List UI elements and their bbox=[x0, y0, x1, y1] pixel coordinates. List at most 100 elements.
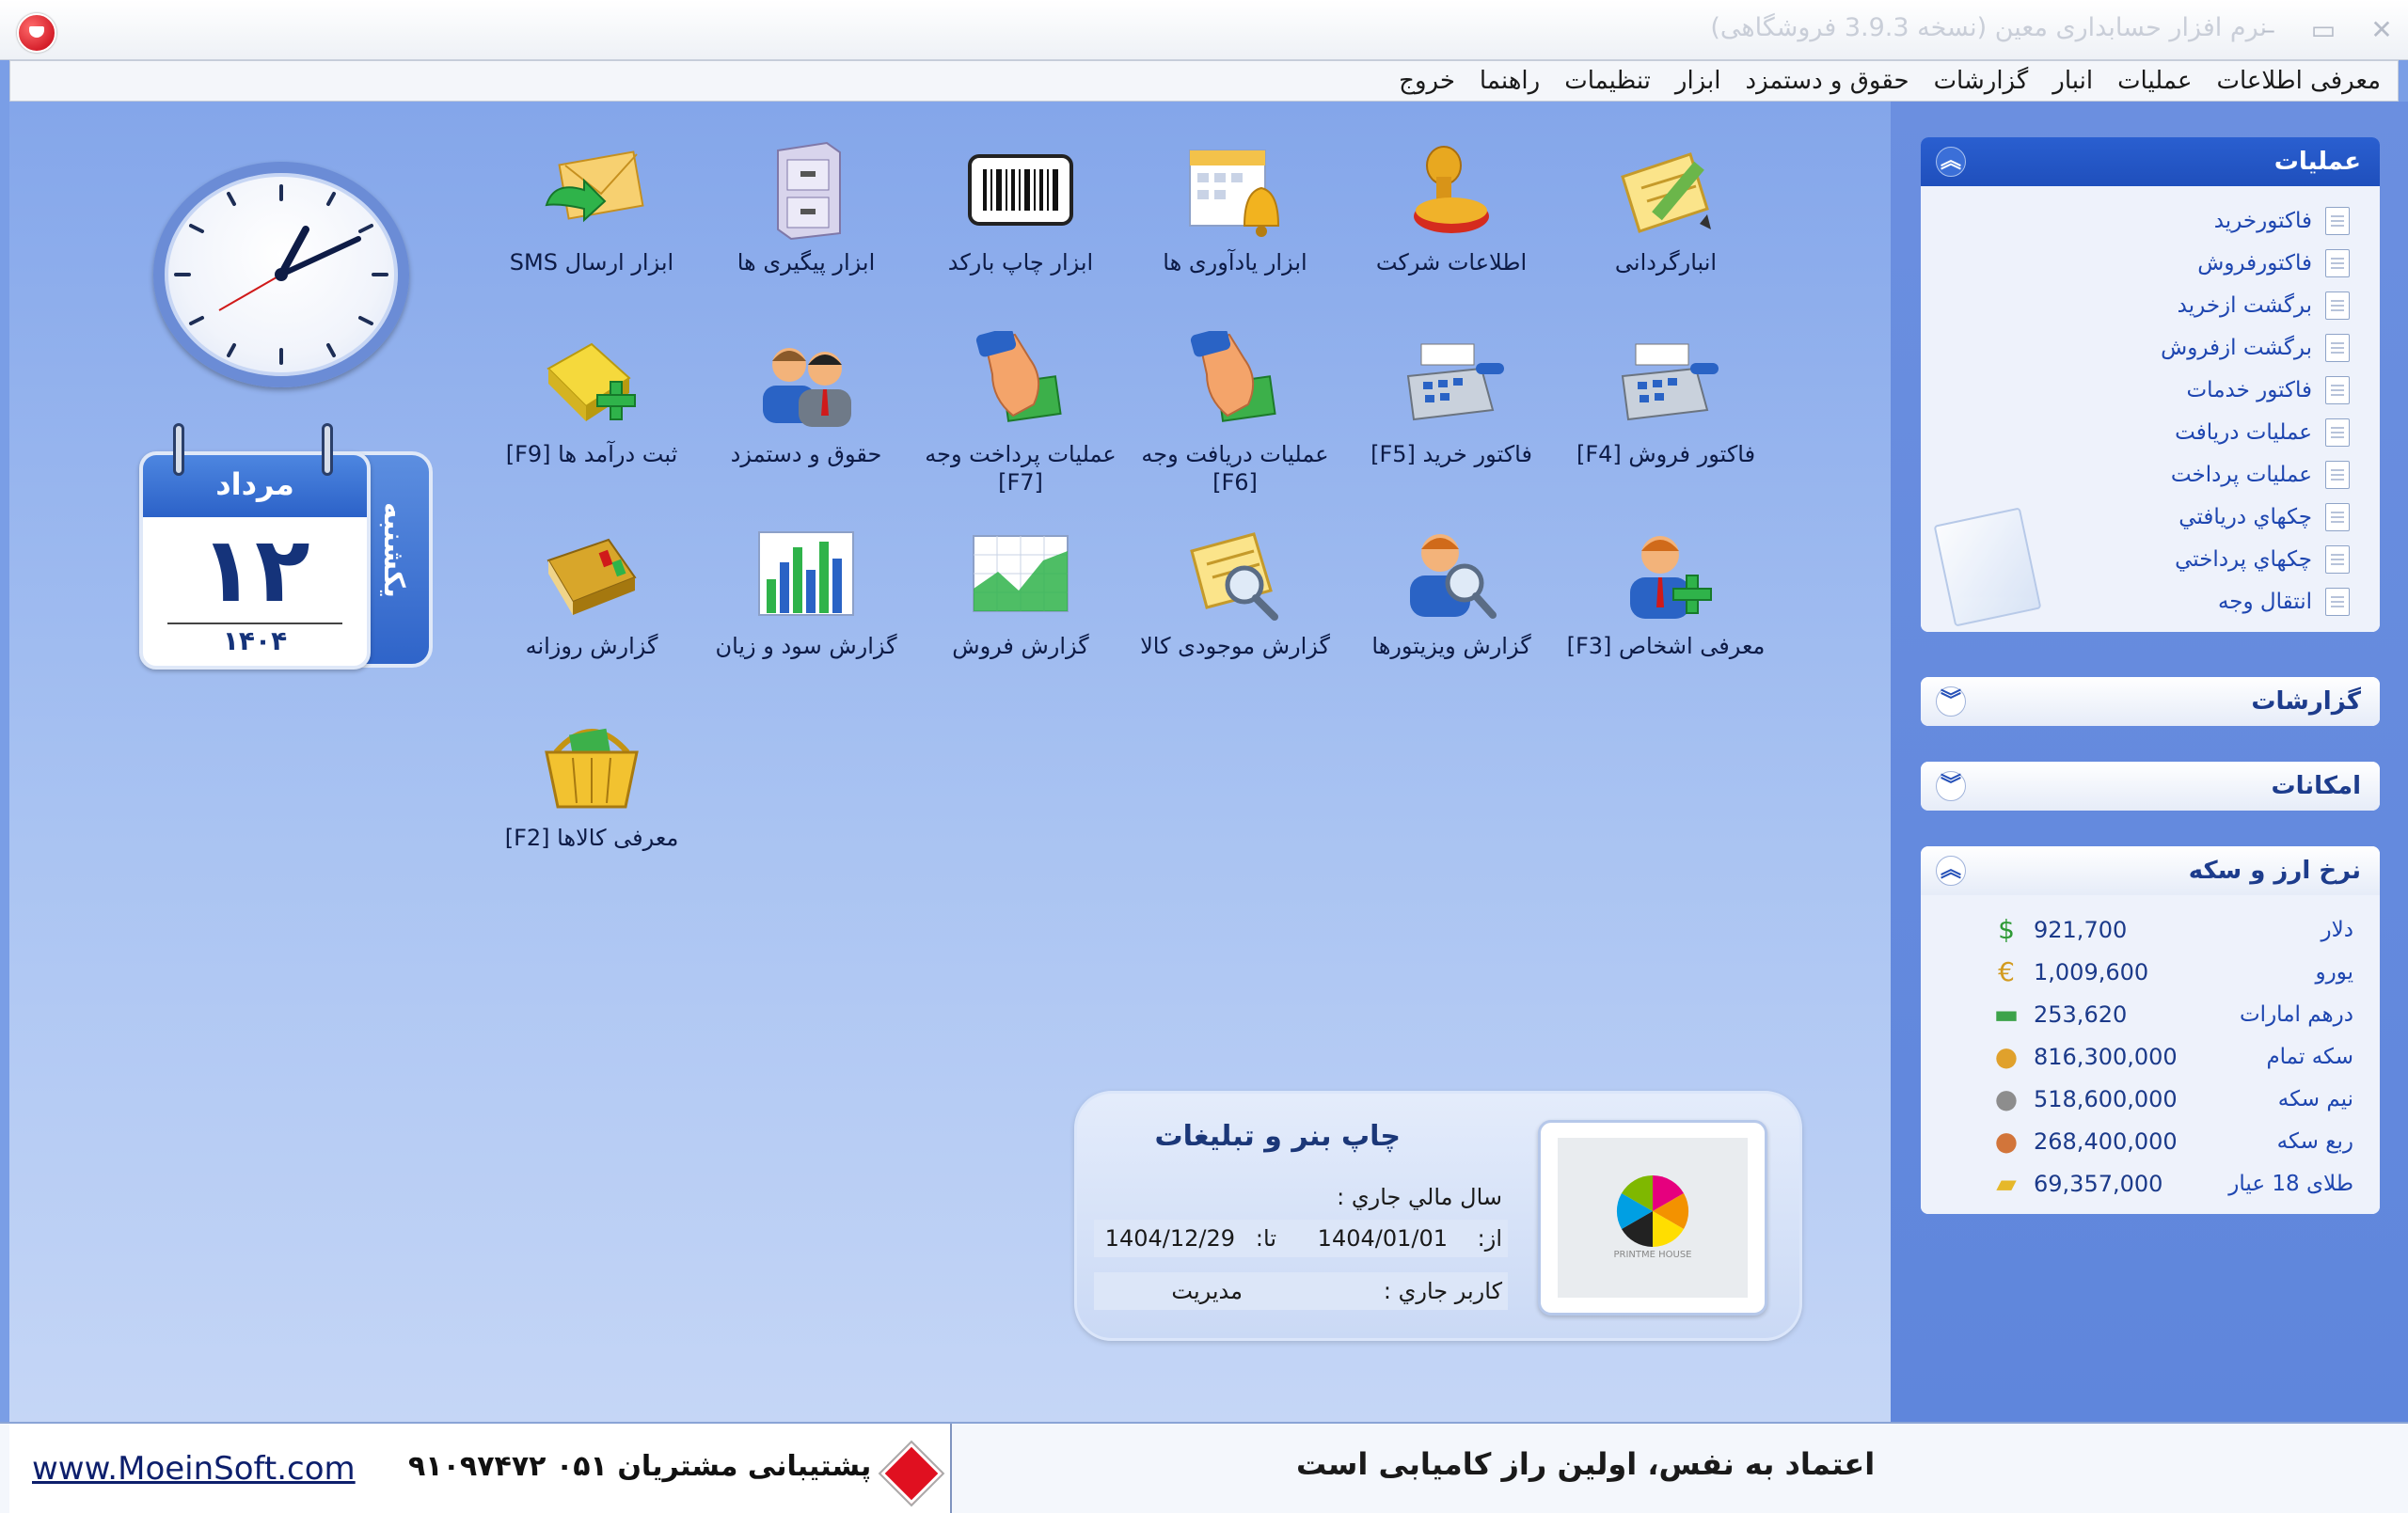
menu-item-exit[interactable]: خروج bbox=[1399, 67, 1455, 95]
app-logo-icon[interactable] bbox=[17, 13, 56, 53]
calendar-page: مرداد ۱۲ ۱۴۰۴ bbox=[139, 451, 371, 670]
tile-goods-definition[interactable]: معرفی کالاها [F2] bbox=[483, 715, 700, 852]
maximize-button[interactable]: ▭ bbox=[2306, 13, 2340, 47]
dollar-icon: $ bbox=[1998, 914, 2015, 945]
calendar-day: ۱۲ bbox=[199, 517, 310, 623]
operations-panel: عملیات ︽ فاکتورخرید فاکتورفروش برگشت ازخ… bbox=[1921, 137, 2380, 632]
calendar-widget: یکشنبه مرداد ۱۲ ۱۴۰۴ bbox=[139, 423, 433, 670]
menu-item-settings[interactable]: تنظیمات bbox=[1564, 67, 1651, 95]
tile-label: ثبت درآمد ها [F9] bbox=[505, 441, 678, 467]
menu-item-payroll[interactable]: حقوق و دستمزد bbox=[1746, 67, 1909, 95]
operations-item-sales-return[interactable]: برگشت ازفروش bbox=[1921, 326, 2380, 369]
tile-label: عملیات دریافت وجه [F6] bbox=[1141, 441, 1329, 496]
barcode-icon bbox=[964, 139, 1077, 243]
document-icon bbox=[2325, 248, 2350, 277]
tile-visitors-report[interactable]: گزارش ویزیتورها bbox=[1343, 523, 1560, 660]
cash-register-icon bbox=[1395, 331, 1508, 434]
exchange-rates-panel: نرخ ارز و سکه ︽ دلار 921,700 $ یورو 1,00… bbox=[1921, 846, 2380, 1214]
operations-item-payment[interactable]: عملیات پرداخت bbox=[1921, 453, 2380, 496]
panel-title: عملیات bbox=[2273, 148, 2361, 176]
tile-people-definition[interactable]: معرفی اشخاص [F3] bbox=[1558, 523, 1774, 660]
document-icon bbox=[2325, 587, 2350, 616]
minimize-button[interactable]: – bbox=[2252, 13, 2286, 47]
operations-item-service-invoice[interactable]: فاکتور خدمات bbox=[1921, 369, 2380, 411]
status-bar: www.MoeinSoft.com پشتیبانی مشتریان ۰۵۱ ۹… bbox=[0, 1422, 2408, 1513]
operations-item-purchase-invoice[interactable]: فاکتورخرید bbox=[1921, 199, 2380, 242]
tile-register-income[interactable]: ثبت درآمد ها [F9] bbox=[483, 331, 700, 468]
tile-label: ابزار پیگیری ها bbox=[737, 249, 876, 276]
tile-receive-payment[interactable]: عملیات دریافت وجه [F6] bbox=[1127, 327, 1343, 496]
tile-label: عملیات پرداخت وجه [F7] bbox=[925, 441, 1117, 496]
tile-label: ابزار یادآوری ها bbox=[1163, 249, 1307, 276]
tile-label: معرفی اشخاص [F3] bbox=[1566, 633, 1766, 659]
tile-sales-invoice[interactable]: فاکتور فروش [F4] bbox=[1558, 331, 1774, 468]
gold-bar-icon: ▰ bbox=[1996, 1168, 2017, 1199]
panel-title: نرخ ارز و سکه bbox=[2188, 857, 2361, 885]
reminder-bell-icon bbox=[1179, 139, 1291, 243]
shopping-basket-icon bbox=[535, 715, 648, 818]
operations-item-purchase-return[interactable]: برگشت ازخرید bbox=[1921, 284, 2380, 326]
menu-item-definitions[interactable]: معرفی اطلاعات bbox=[2216, 67, 2381, 95]
operations-item-receipt[interactable]: عملیات دریافت bbox=[1921, 411, 2380, 453]
reports-panel-header[interactable]: گزارشات ︾ bbox=[1921, 677, 2380, 726]
stamp-icon bbox=[1395, 139, 1508, 243]
tile-label: معرفی کالاها [F2] bbox=[504, 825, 679, 851]
daily-book-icon bbox=[535, 523, 648, 626]
tile-label: ابزار ارسال SMS bbox=[509, 249, 674, 276]
tile-stocktaking[interactable]: انبارگردانی bbox=[1558, 139, 1774, 276]
tile-stock-report[interactable]: گزارش موجودی کالا bbox=[1127, 523, 1343, 660]
menu-item-help[interactable]: راهنما bbox=[1480, 67, 1540, 95]
calendar-ring-icon bbox=[173, 423, 184, 476]
sms-envelope-icon bbox=[535, 139, 648, 243]
tile-label: گزارش ویزیتورها bbox=[1371, 633, 1531, 659]
tile-barcode-print[interactable]: ابزار چاپ بارکد bbox=[912, 139, 1129, 276]
features-panel-header[interactable]: امکانات ︾ bbox=[1921, 762, 2380, 811]
tile-daily-report[interactable]: گزارش روزانه bbox=[483, 523, 700, 660]
rate-row: دلار 921,700 $ bbox=[1921, 908, 2380, 951]
rate-value: 1,009,600 bbox=[2034, 958, 2149, 985]
current-user-label: کاربر جاري : bbox=[1383, 1278, 1502, 1304]
operations-panel-header[interactable]: عملیات ︽ bbox=[1921, 137, 2380, 186]
menu-item-warehouse[interactable]: انبار bbox=[2052, 67, 2093, 95]
chevron-down-icon[interactable]: ︾ bbox=[1936, 686, 1966, 717]
title-bar: نرم افزار حسابداری معین (نسخه 3.9.3 فروش… bbox=[0, 0, 2408, 60]
chevron-down-icon[interactable]: ︾ bbox=[1936, 771, 1966, 801]
tile-sales-report[interactable]: گزارش فروش bbox=[912, 523, 1129, 660]
to-date: 1404/12/29 bbox=[1104, 1225, 1235, 1252]
document-icon bbox=[2325, 460, 2350, 489]
from-label: از: bbox=[1477, 1225, 1502, 1252]
menu-item-tools[interactable]: ابزار bbox=[1675, 67, 1721, 95]
rates-list: دلار 921,700 $ یورو 1,009,600 € درهم اما… bbox=[1921, 895, 2380, 1214]
features-panel: امکانات ︾ bbox=[1921, 762, 2380, 811]
chevron-up-icon[interactable]: ︽ bbox=[1936, 856, 1966, 886]
menu-item-operations[interactable]: عملیات bbox=[2117, 67, 2192, 95]
tile-followups[interactable]: ابزار پیگیری ها bbox=[698, 139, 914, 276]
rate-name: ربع سکه bbox=[2276, 1128, 2353, 1154]
tile-profit-loss-report[interactable]: گزارش سود و زیان bbox=[698, 523, 914, 660]
hand-money-icon bbox=[1179, 327, 1291, 434]
tile-purchase-invoice[interactable]: فاکتور خرید [F5] bbox=[1343, 331, 1560, 468]
company-name: چاپ بنر و تبلیغات bbox=[1154, 1120, 1401, 1153]
close-button[interactable]: ✕ bbox=[2365, 13, 2399, 47]
operations-item-sales-invoice[interactable]: فاکتورفروش bbox=[1921, 242, 2380, 284]
from-date: 1404/01/01 bbox=[1317, 1225, 1448, 1252]
tile-sms-send[interactable]: ابزار ارسال SMS bbox=[483, 139, 700, 276]
color-wheel-icon bbox=[1616, 1174, 1689, 1248]
tile-payroll[interactable]: حقوق و دستمزد bbox=[698, 331, 914, 468]
rate-row: ربع سکه 268,400,000 ● bbox=[1921, 1120, 2380, 1162]
rate-name: طلای 18 عیار bbox=[2228, 1171, 2353, 1196]
cash-register-icon bbox=[1609, 331, 1722, 434]
menu-item-reports[interactable]: گزارشات bbox=[1934, 67, 2029, 95]
menu-bar: معرفی اطلاعات عملیات انبار گزارشات حقوق … bbox=[9, 60, 2399, 102]
silver-coin-icon: ● bbox=[1994, 1083, 2019, 1114]
tile-make-payment[interactable]: عملیات پرداخت وجه [F7] bbox=[912, 327, 1129, 496]
tile-label: گزارش روزانه bbox=[525, 633, 658, 659]
exchange-rates-panel-header[interactable]: نرخ ارز و سکه ︽ bbox=[1921, 846, 2380, 895]
chevron-up-icon[interactable]: ︽ bbox=[1936, 147, 1966, 177]
tile-reminders[interactable]: ابزار یادآوری ها bbox=[1127, 139, 1343, 276]
website-link[interactable]: www.MoeinSoft.com bbox=[32, 1450, 356, 1488]
tile-company-info[interactable]: اطلاعات شرکت bbox=[1343, 139, 1560, 276]
company-logo[interactable]: PRINTME HOUSE bbox=[1538, 1120, 1767, 1316]
document-icon bbox=[2325, 291, 2350, 320]
rate-row: یورو 1,009,600 € bbox=[1921, 951, 2380, 993]
